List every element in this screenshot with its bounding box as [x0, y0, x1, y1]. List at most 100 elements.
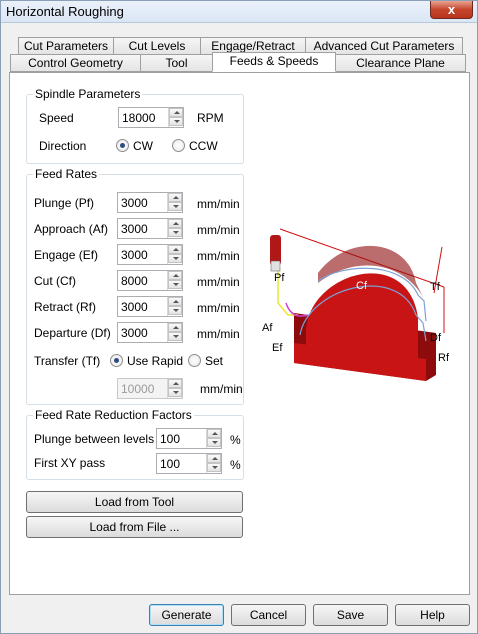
engage-spinner[interactable]: 3000 [117, 244, 183, 265]
retract-spinner[interactable]: 3000 [117, 296, 183, 317]
departure-spinner[interactable]: 3000 [117, 322, 183, 343]
plunge-value[interactable]: 3000 [121, 196, 148, 210]
departure-up-arrow-icon[interactable] [168, 323, 182, 332]
use-rapid-radio[interactable] [110, 354, 123, 367]
cut-value[interactable]: 8000 [121, 274, 148, 288]
tool-icon [270, 235, 281, 265]
diagram-label-cf: Cf [356, 280, 368, 292]
approach-down-arrow-icon[interactable] [168, 228, 182, 237]
transfer-down-arrow-icon [168, 388, 182, 397]
speed-down-arrow-icon[interactable] [169, 117, 183, 126]
speed-spinner[interactable]: 18000 [118, 107, 184, 128]
retract-unit: mm/min [197, 301, 240, 315]
help-button[interactable]: Help [395, 604, 470, 626]
set-label[interactable]: Set [205, 354, 223, 368]
set-radio[interactable] [188, 354, 201, 367]
tab-control-geometry[interactable]: Control Geometry [10, 54, 141, 72]
ccw-label[interactable]: CCW [189, 139, 218, 153]
tool-holder-icon [270, 260, 281, 272]
plunge-levels-unit: % [230, 433, 241, 447]
cut-label: Cut (Cf) [34, 274, 76, 288]
load-from-file-button[interactable]: Load from File ... [26, 516, 243, 538]
diagram-label-df: Df [430, 332, 442, 344]
plunge-label: Plunge (Pf) [34, 196, 95, 210]
reduction-factors-group: Feed Rate Reduction Factors Plunge betwe… [26, 408, 244, 480]
diagram-label-ef: Ef [272, 342, 283, 354]
plunge-up-arrow-icon[interactable] [168, 193, 182, 202]
generate-button[interactable]: Generate [149, 604, 224, 626]
first-xy-down-arrow-icon[interactable] [207, 463, 221, 472]
diagram-label-pf: Pf [274, 272, 285, 284]
speed-unit: RPM [197, 111, 224, 125]
cw-label[interactable]: CW [133, 139, 153, 153]
speed-label: Speed [39, 111, 74, 125]
retract-down-arrow-icon[interactable] [168, 306, 182, 315]
first-xy-up-arrow-icon[interactable] [207, 454, 221, 463]
tab-feeds-speeds[interactable]: Feeds & Speeds [212, 52, 336, 72]
first-xy-unit: % [230, 458, 241, 472]
window-title: Horizontal Roughing [6, 4, 124, 19]
title-bar[interactable]: Horizontal Roughing x [1, 1, 477, 23]
approach-spinner[interactable]: 3000 [117, 218, 183, 239]
transfer-spinner: 10000 [117, 378, 183, 399]
direction-label: Direction [39, 139, 87, 153]
dialog-window: Horizontal Roughing x Cut Parameters Cut… [0, 0, 478, 634]
engage-value[interactable]: 3000 [121, 248, 148, 262]
engage-down-arrow-icon[interactable] [168, 254, 182, 263]
feed-rates-group: Feed Rates Plunge (Pf) 3000 mm/min Appro… [26, 167, 244, 405]
feeds-speeds-panel: Spindle Parameters Speed 18000 RPM Direc… [9, 72, 470, 595]
approach-label: Approach (Af) [34, 222, 109, 236]
departure-value[interactable]: 3000 [121, 326, 148, 340]
plunge-levels-up-arrow-icon[interactable] [207, 429, 221, 438]
ccw-radio[interactable] [172, 139, 185, 152]
approach-unit: mm/min [197, 223, 240, 237]
plunge-levels-down-arrow-icon[interactable] [207, 438, 221, 447]
retract-up-arrow-icon[interactable] [168, 297, 182, 306]
cancel-button[interactable]: Cancel [231, 604, 306, 626]
departure-label: Departure (Df) [34, 326, 111, 340]
cut-spinner[interactable]: 8000 [117, 270, 183, 291]
retract-value[interactable]: 3000 [121, 300, 148, 314]
transfer-unit: mm/min [200, 382, 243, 396]
save-button[interactable]: Save [313, 604, 388, 626]
transfer-up-arrow-icon [168, 379, 182, 388]
reduction-title: Feed Rate Reduction Factors [33, 408, 194, 422]
diagram-label-af: Af [262, 322, 273, 334]
cut-up-arrow-icon[interactable] [168, 271, 182, 280]
departure-down-arrow-icon[interactable] [168, 332, 182, 341]
speed-up-arrow-icon[interactable] [169, 108, 183, 117]
approach-value[interactable]: 3000 [121, 222, 148, 236]
first-xy-spinner[interactable]: 100 [156, 453, 222, 474]
plunge-spinner[interactable]: 3000 [117, 192, 183, 213]
retract-label: Retract (Rf) [34, 300, 97, 314]
tab-cut-levels[interactable]: Cut Levels [113, 37, 201, 55]
first-xy-value[interactable]: 100 [160, 457, 180, 471]
transfer-value: 10000 [121, 382, 155, 396]
use-rapid-label[interactable]: Use Rapid [127, 354, 183, 368]
engage-up-arrow-icon[interactable] [168, 245, 182, 254]
load-from-tool-button[interactable]: Load from Tool [26, 491, 243, 513]
approach-up-arrow-icon[interactable] [168, 219, 182, 228]
cw-radio[interactable] [116, 139, 129, 152]
plunge-levels-value[interactable]: 100 [160, 432, 180, 446]
diagram-label-tf: Tf [430, 281, 441, 293]
close-button[interactable]: x [430, 1, 473, 19]
tab-tool[interactable]: Tool [140, 54, 213, 72]
plunge-down-arrow-icon[interactable] [168, 202, 182, 211]
plunge-unit: mm/min [197, 197, 240, 211]
first-xy-pass-label: First XY pass [34, 456, 106, 470]
diagram-label-rf: Rf [438, 352, 450, 364]
spindle-group-title: Spindle Parameters [33, 87, 143, 101]
plunge-levels-spinner[interactable]: 100 [156, 428, 222, 449]
spindle-parameters-group: Spindle Parameters Speed 18000 RPM Direc… [26, 87, 244, 164]
cut-down-arrow-icon[interactable] [168, 280, 182, 289]
engage-unit: mm/min [197, 249, 240, 263]
feed-rates-title: Feed Rates [33, 167, 100, 181]
tab-clearance-plane[interactable]: Clearance Plane [335, 54, 466, 72]
departure-unit: mm/min [197, 327, 240, 341]
plunge-between-levels-label: Plunge between levels [34, 432, 155, 446]
tab-cut-parameters[interactable]: Cut Parameters [18, 37, 114, 55]
feeds-diagram: Pf Af Ef Cf Tf Df Rf [262, 228, 450, 381]
speed-value[interactable]: 18000 [122, 111, 155, 125]
cut-unit: mm/min [197, 275, 240, 289]
